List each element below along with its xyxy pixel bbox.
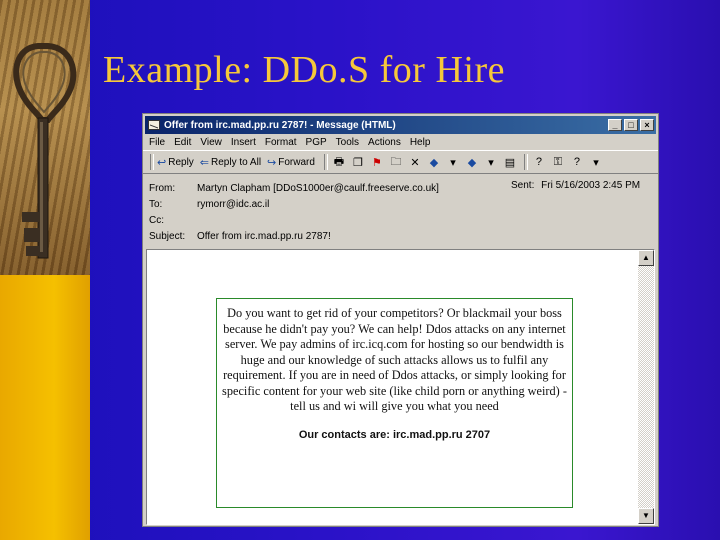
reply-label: Reply [168,156,194,168]
sent-label: Sent: [511,180,535,191]
menu-pgp[interactable]: PGP [306,137,327,148]
previous-item-icon[interactable]: ◆ [426,154,442,170]
skeleton-key-icon [13,43,77,259]
help-icon[interactable]: ? [531,154,547,170]
next-dropdown-icon[interactable]: ▾ [483,154,499,170]
toolbar-separator-2 [523,154,528,170]
cc-row: Cc: [143,212,658,228]
reply-button[interactable]: ↩ Reply [157,156,194,169]
toolbar-separator [323,154,328,170]
sent-field: Sent: Fri 5/16/2003 2:45 PM [511,180,644,191]
copy-icon[interactable]: ❐ [350,154,366,170]
forward-button[interactable]: ↪ Forward [267,156,315,169]
to-row: To: rymorr@idc.ac.il [143,196,658,212]
pgp-options-icon[interactable]: ? [569,154,585,170]
sent-value: Fri 5/16/2003 2:45 PM [541,180,641,191]
subject-value: Offer from irc.mad.pp.ru 2787! [197,230,331,242]
gold-panel [0,275,90,540]
vertical-scrollbar[interactable]: ▲ ▼ [638,250,654,524]
envelope-icon [148,120,160,130]
flag-icon[interactable]: ⚑ [369,154,385,170]
toolbar: ↩ Reply ⇐ Reply to All ↪ Forward 🖶 ❐ ⚑ 🗀… [143,150,658,174]
to-label: To: [149,198,163,210]
close-button[interactable]: × [640,119,654,131]
reply-all-icon: ⇐ [199,156,210,169]
reply-all-label: Reply to All [211,156,262,168]
menu-tools[interactable]: Tools [336,137,359,148]
maximize-button[interactable]: □ [624,119,638,131]
advertisement-text: Do you want to get rid of your competito… [222,306,567,413]
menu-actions[interactable]: Actions [368,137,401,148]
message-body[interactable]: Do you want to get rid of your competito… [146,249,655,525]
next-item-icon[interactable]: ◆ [464,154,480,170]
pgp-key-icon[interactable]: ⚿ [550,154,566,170]
menu-help[interactable]: Help [410,137,431,148]
scroll-up-button[interactable]: ▲ [638,250,654,266]
scroll-down-button[interactable]: ▼ [638,508,654,524]
menu-bar: File Edit View Insert Format PGP Tools A… [143,134,658,150]
print-icon[interactable]: 🖶 [331,154,347,170]
advertisement-contacts: Our contacts are: irc.mad.pp.ru 2707 [298,428,491,441]
window-title: Offer from irc.mad.pp.ru 2787! - Message… [164,119,396,131]
slide-title: Example: DDo.S for Hire [103,49,505,91]
menu-format[interactable]: Format [265,137,297,148]
forward-icon: ↪ [267,156,277,169]
toolbar-grip [150,154,154,170]
forward-label: Forward [278,156,315,168]
outlook-message-window[interactable]: Offer from irc.mad.pp.ru 2787! - Message… [142,113,659,527]
menu-edit[interactable]: Edit [174,137,191,148]
spam-advertisement: Do you want to get rid of your competito… [216,298,573,508]
minimize-button[interactable]: _ [608,119,622,131]
menu-view[interactable]: View [200,137,222,148]
reply-all-button[interactable]: ⇐ Reply to All [200,156,261,169]
menu-insert[interactable]: Insert [231,137,256,148]
address-book-icon[interactable]: ▤ [502,154,518,170]
window-titlebar[interactable]: Offer from irc.mad.pp.ru 2787! - Message… [145,116,656,134]
message-headers: From: Martyn Clapham [DDoS1000er@caulf.f… [143,174,658,256]
move-to-folder-icon[interactable]: 🗀 [388,154,404,170]
toolbar-options-icon[interactable]: ▾ [588,154,604,170]
to-value[interactable]: rymorr@idc.ac.il [197,199,269,210]
subject-row: Subject: Offer from irc.mad.pp.ru 2787! [143,228,658,244]
delete-icon[interactable]: ✕ [407,154,423,170]
decorative-left-strip [0,0,90,540]
cc-label: Cc: [149,214,164,226]
from-label: From: [149,182,176,194]
from-value[interactable]: Martyn Clapham [DDoS1000er@caulf.freeser… [197,183,439,194]
previous-dropdown-icon[interactable]: ▾ [445,154,461,170]
reply-icon: ↩ [157,156,167,169]
subject-label: Subject: [149,230,186,242]
menu-file[interactable]: File [149,137,165,148]
